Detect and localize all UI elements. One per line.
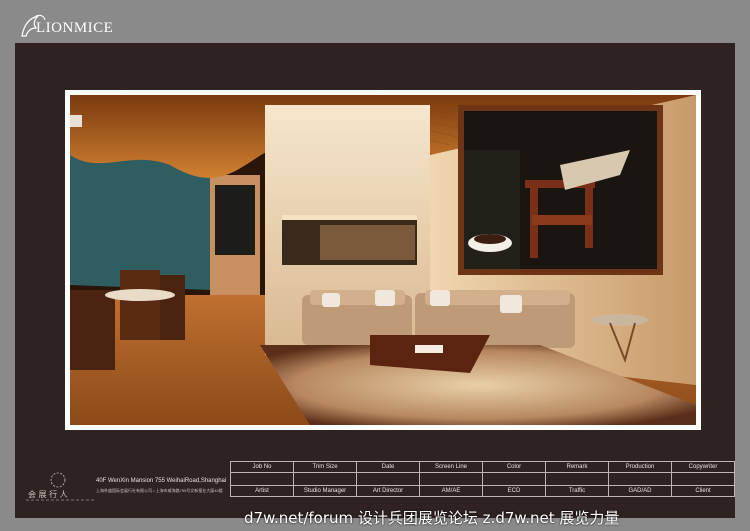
spec-cell: Art Director <box>356 485 420 497</box>
spec-cell: Artist <box>230 485 294 497</box>
spec-cell: Date <box>356 461 420 473</box>
spec-cell: Color <box>482 461 546 473</box>
spec-header-row: Job No Trim Size Date Screen Line Color … <box>230 461 735 473</box>
spec-cell: Copywriter <box>671 461 735 473</box>
brand-logo: LIONMICE <box>18 8 113 40</box>
spec-field[interactable] <box>545 472 609 486</box>
spec-cell: ECD <box>482 485 546 497</box>
spec-blank-row <box>230 472 735 486</box>
spec-field[interactable] <box>356 472 420 486</box>
spec-cell: Traffic <box>545 485 609 497</box>
watermark-text: d7w.net/forum 设计兵团展览论坛 z.d7w.net 展览力量 <box>244 509 620 527</box>
spec-field[interactable] <box>482 472 546 486</box>
interior-rendering <box>70 95 696 425</box>
spec-cell: AM/AE <box>419 485 483 497</box>
spec-table: Job No Trim Size Date Screen Line Color … <box>230 461 735 497</box>
company-address-en: 40F WenXin Mansion 755 WeihaiRoad,Shangh… <box>96 478 227 484</box>
spec-cell: Trim Size <box>293 461 357 473</box>
company-address-cn: 上海朴盛国际会展行社有限公司 • 上海市威海路755号文新报业大厦40楼 <box>96 488 223 493</box>
company-logo-text: 会 展 行 人 <box>28 489 68 499</box>
company-info: 会 展 行 人 40F WenXin Mansion 755 WeihaiRoa… <box>18 462 228 512</box>
spec-cell: Remark <box>545 461 609 473</box>
spec-cell: Client <box>671 485 735 497</box>
spec-field[interactable] <box>293 472 357 486</box>
spec-header-row: Artist Studio Manager Art Director AM/AE… <box>230 485 735 497</box>
spec-field[interactable] <box>419 472 483 486</box>
spec-cell: Production <box>608 461 672 473</box>
spec-field[interactable] <box>608 472 672 486</box>
company-logo-icon: 会 展 行 人 <box>26 472 94 501</box>
spec-cell: Studio Manager <box>293 485 357 497</box>
spec-cell: Screen Line <box>419 461 483 473</box>
brand-name: LIONMICE <box>36 20 114 36</box>
spec-field[interactable] <box>230 472 294 486</box>
spec-field[interactable] <box>671 472 735 486</box>
spec-cell: GAD/AD <box>608 485 672 497</box>
rendering-image <box>65 90 701 430</box>
spec-cell: Job No <box>230 461 294 473</box>
